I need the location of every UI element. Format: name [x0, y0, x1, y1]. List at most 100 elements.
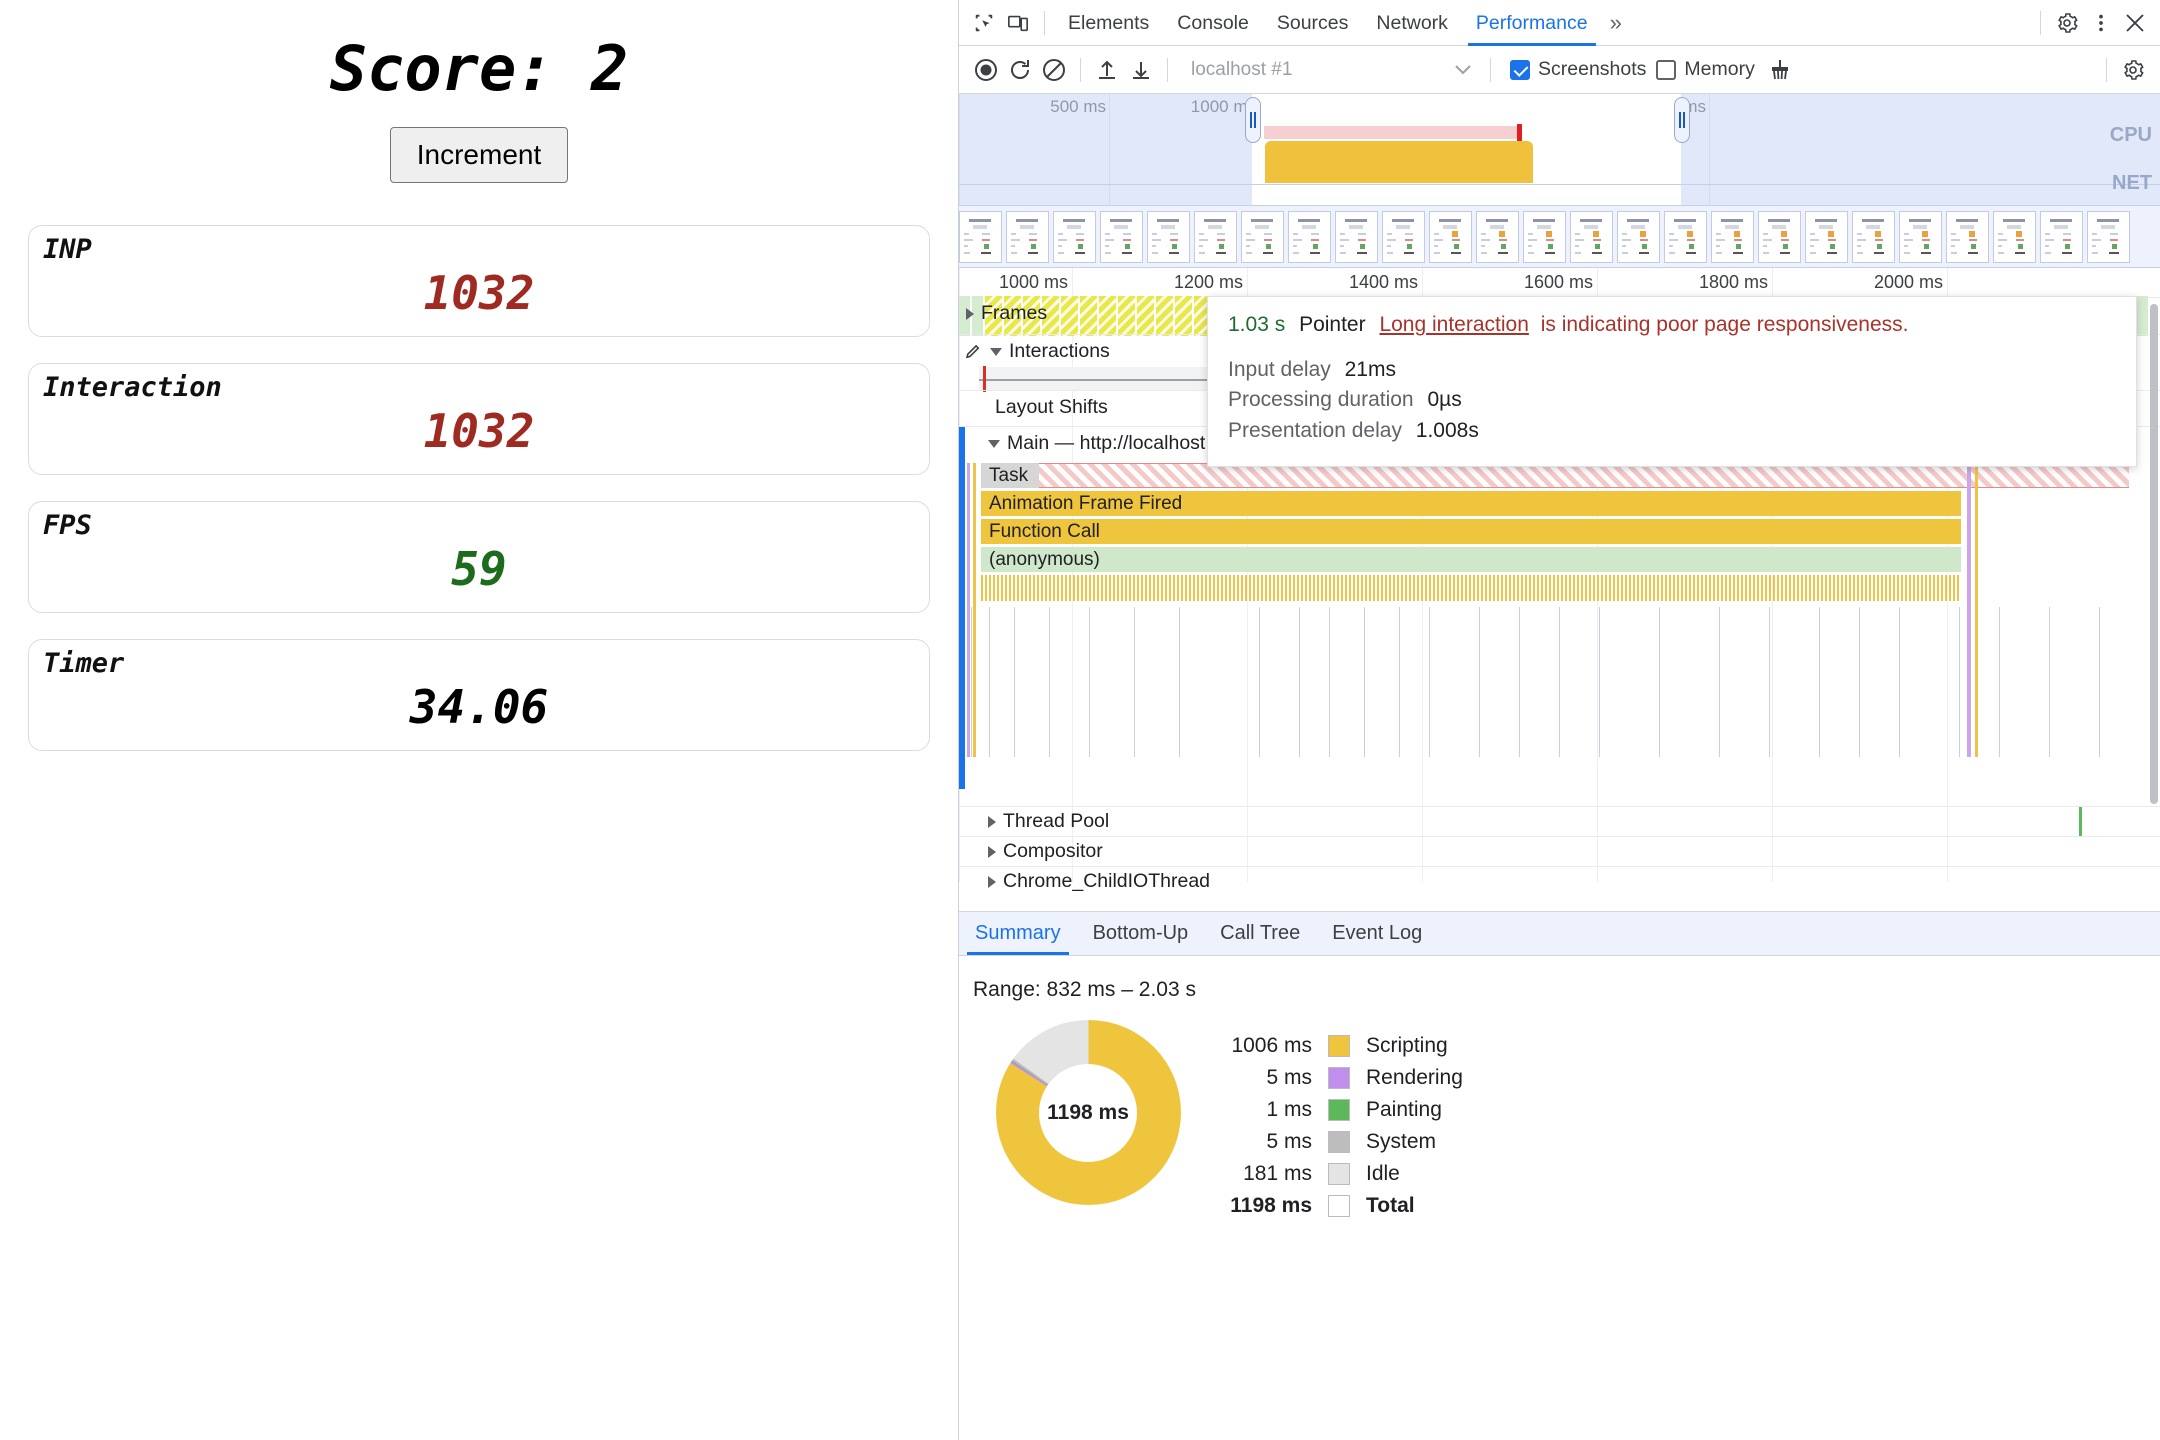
- event-bar-sparse-children[interactable]: [959, 607, 2139, 757]
- tab-performance[interactable]: Performance: [1462, 0, 1602, 46]
- filmstrip-thumbnail[interactable]: [1241, 210, 1284, 263]
- devtools-tabbar: Elements Console Sources Network Perform…: [959, 0, 2160, 46]
- load-profile-icon[interactable]: [1090, 53, 1124, 87]
- filmstrip-thumbnail[interactable]: [1006, 210, 1049, 263]
- tab-event-log[interactable]: Event Log: [1316, 911, 1438, 955]
- track-chrome-childiothread[interactable]: Chrome_ChildIOThread: [959, 866, 2160, 896]
- tab-bottom-up[interactable]: Bottom-Up: [1077, 911, 1205, 955]
- filmstrip-thumbnail[interactable]: [2040, 210, 2083, 263]
- more-tabs-icon[interactable]: »: [1602, 0, 1630, 46]
- screenshots-checkbox[interactable]: Screenshots: [1510, 58, 1646, 81]
- overview-handle-right[interactable]: [1674, 97, 1690, 143]
- event-bar-function-call[interactable]: Function Call: [981, 519, 1961, 544]
- close-icon[interactable]: [2118, 6, 2152, 40]
- legend-row-rendering[interactable]: 5 ms Rendering: [1213, 1062, 1463, 1094]
- legend-value: 5 ms: [1266, 1130, 1312, 1153]
- clear-recording-icon[interactable]: [1037, 53, 1071, 87]
- filmstrip-thumbnail[interactable]: [2087, 210, 2130, 263]
- filmstrip-thumbnail[interactable]: [1758, 210, 1801, 263]
- collect-garbage-icon[interactable]: [1763, 53, 1797, 87]
- more-options-icon[interactable]: [2084, 6, 2118, 40]
- legend-row-scripting[interactable]: 1006 ms Scripting: [1213, 1030, 1463, 1062]
- frame-cell[interactable]: [1156, 296, 1173, 336]
- track-main[interactable]: Main — http://localhost:517 Task Animati…: [959, 426, 2160, 806]
- event-bar-animation-frame-fired[interactable]: Animation Frame Fired: [981, 491, 1961, 516]
- tooltip-link[interactable]: Long interaction: [1379, 313, 1528, 336]
- legend-row-idle[interactable]: 181 ms Idle: [1213, 1158, 1463, 1190]
- frame-cell[interactable]: [1118, 296, 1135, 336]
- event-bar-dense-children[interactable]: [981, 575, 1961, 601]
- filmstrip-thumbnail[interactable]: [1852, 210, 1895, 263]
- track-compositor-header[interactable]: Compositor: [981, 840, 1103, 863]
- frame-cell[interactable]: [1080, 296, 1097, 336]
- device-toolbar-icon[interactable]: [1001, 6, 1035, 40]
- edit-pencil-icon[interactable]: [965, 343, 983, 361]
- save-profile-icon[interactable]: [1124, 53, 1158, 87]
- filmstrip-thumbnail[interactable]: [1335, 210, 1378, 263]
- filmstrip-thumbnail[interactable]: [1523, 210, 1566, 263]
- chevron-right-icon[interactable]: [988, 875, 996, 888]
- legend-row-painting[interactable]: 1 ms Painting: [1213, 1094, 1463, 1126]
- chevron-down-icon[interactable]: [988, 439, 1000, 448]
- filmstrip-thumbnail[interactable]: [1288, 210, 1331, 263]
- track-layout-shifts-header[interactable]: Layout Shifts: [995, 396, 1108, 419]
- event-bar-anonymous[interactable]: (anonymous): [981, 547, 1961, 572]
- overview-handle-left[interactable]: [1245, 97, 1261, 143]
- gear-icon[interactable]: [2050, 6, 2084, 40]
- flame-chart[interactable]: 1000 ms 1200 ms 1400 ms 1600 ms 1800 ms …: [959, 268, 2160, 912]
- event-bar-task[interactable]: Task: [981, 463, 1039, 488]
- increment-button[interactable]: Increment: [389, 127, 569, 183]
- filmstrip-thumbnail[interactable]: [1147, 210, 1190, 263]
- screenshot-filmstrip[interactable]: [959, 206, 2160, 268]
- tab-summary[interactable]: Summary: [959, 911, 1077, 955]
- filmstrip-thumbnail[interactable]: [1570, 210, 1613, 263]
- frame-cell[interactable]: [1175, 296, 1192, 336]
- tab-call-tree[interactable]: Call Tree: [1204, 911, 1316, 955]
- inspect-element-icon[interactable]: [967, 6, 1001, 40]
- filmstrip-thumbnail[interactable]: [1946, 210, 1989, 263]
- event-sliver: [2079, 807, 2082, 837]
- profile-select[interactable]: localhost #1: [1181, 54, 1481, 86]
- filmstrip-thumbnail[interactable]: [1053, 210, 1096, 263]
- chevron-down-icon[interactable]: [990, 347, 1002, 356]
- tab-elements[interactable]: Elements: [1054, 0, 1163, 46]
- chevron-right-icon[interactable]: [966, 307, 974, 320]
- filmstrip-thumbnail[interactable]: [1993, 210, 2036, 263]
- filmstrip-thumbnail[interactable]: [1664, 210, 1707, 263]
- track-compositor[interactable]: Compositor: [959, 836, 2160, 866]
- filmstrip-thumbnail[interactable]: [1617, 210, 1660, 263]
- track-chrome-childiothread-header[interactable]: Chrome_ChildIOThread: [981, 870, 1210, 893]
- tab-network[interactable]: Network: [1362, 0, 1462, 46]
- track-frames-header[interactable]: Frames: [959, 302, 1047, 325]
- filmstrip-thumbnail[interactable]: [959, 210, 1002, 263]
- legend-row-system[interactable]: 5 ms System: [1213, 1126, 1463, 1158]
- filmstrip-thumbnail[interactable]: [1429, 210, 1472, 263]
- filmstrip-thumbnail[interactable]: [1899, 210, 1942, 263]
- memory-checkbox[interactable]: Memory: [1656, 58, 1755, 81]
- reload-and-record-icon[interactable]: [1003, 53, 1037, 87]
- filmstrip-thumbnail[interactable]: [1100, 210, 1143, 263]
- filmstrip-thumbnail[interactable]: [1711, 210, 1754, 263]
- track-main-header[interactable]: Main — http://localhost:517: [981, 432, 1243, 455]
- donut-chart[interactable]: 1198 ms: [995, 1020, 1181, 1205]
- chevron-right-icon[interactable]: [988, 815, 996, 828]
- record-icon[interactable]: [969, 53, 1003, 87]
- track-thread-pool-header[interactable]: Thread Pool: [981, 810, 1109, 833]
- tab-sources[interactable]: Sources: [1263, 0, 1363, 46]
- timeline-overview[interactable]: 500 ms 1000 ms 1500 ms 2000 ms 2500 ms C…: [959, 94, 2160, 206]
- metric-card-list: INP 1032 Interaction 1032 FPS 59 Timer 3…: [28, 225, 930, 751]
- track-interactions-header[interactable]: Interactions: [959, 340, 1110, 363]
- flame-vertical-scrollbar[interactable]: [2150, 304, 2158, 804]
- frame-cell[interactable]: [2137, 296, 2148, 336]
- filmstrip-thumbnail[interactable]: [1476, 210, 1519, 263]
- chevron-right-icon[interactable]: [988, 845, 996, 858]
- frame-cell[interactable]: [1137, 296, 1154, 336]
- track-thread-pool[interactable]: Thread Pool: [959, 806, 2160, 837]
- frame-cell[interactable]: [1099, 296, 1116, 336]
- frame-cell[interactable]: [1061, 296, 1078, 336]
- capture-settings-icon[interactable]: [2116, 53, 2150, 87]
- filmstrip-thumbnail[interactable]: [1194, 210, 1237, 263]
- filmstrip-thumbnail[interactable]: [1382, 210, 1425, 263]
- tab-console[interactable]: Console: [1163, 0, 1263, 46]
- filmstrip-thumbnail[interactable]: [1805, 210, 1848, 263]
